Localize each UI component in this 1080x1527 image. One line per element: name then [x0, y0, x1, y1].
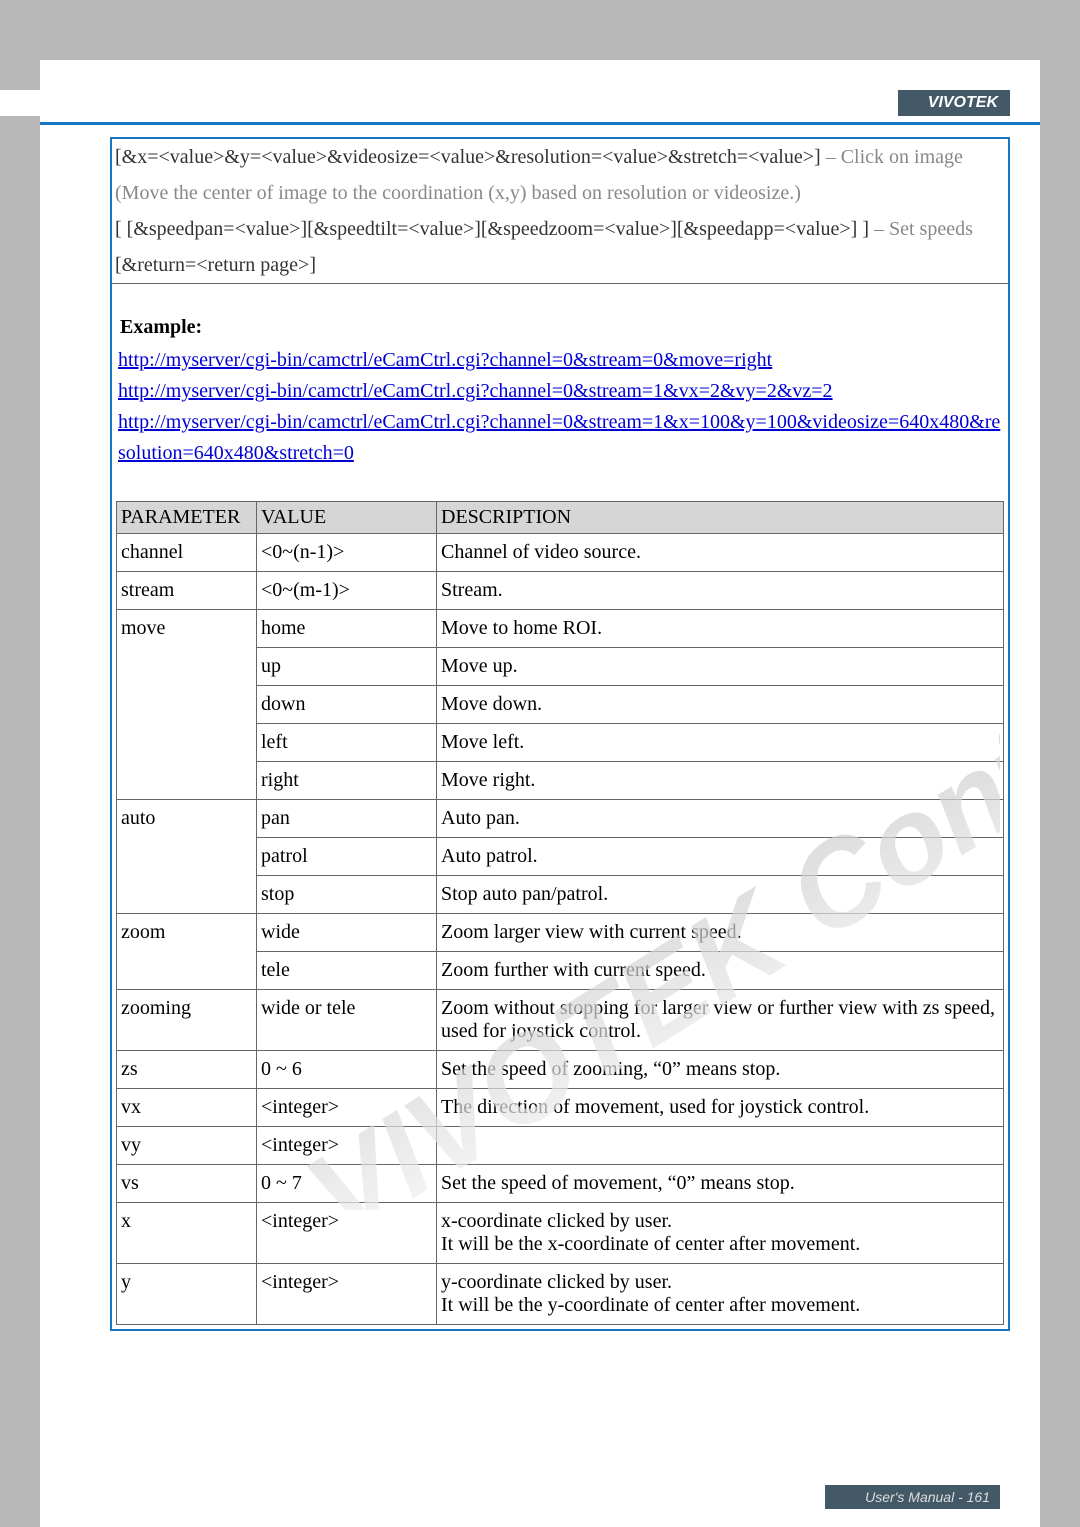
- cell-param: zoom: [117, 914, 257, 990]
- table-row: vs0 ~ 7Set the speed of movement, “0” me…: [117, 1165, 1004, 1203]
- cell-description: Zoom further with current speed.: [437, 952, 1004, 990]
- cell-description: Stream.: [437, 572, 1004, 610]
- table-row: zoomingwide or teleZoom without stopping…: [117, 990, 1004, 1051]
- syntax-line3-code: [ [&speedpan=<value>][&speedtilt=<value>…: [115, 218, 869, 240]
- cell-param: vx: [117, 1089, 257, 1127]
- cell-description: Move up.: [437, 648, 1004, 686]
- cell-description: Move down.: [437, 686, 1004, 724]
- cell-value: <0~(m-1)>: [257, 572, 437, 610]
- cell-value: 0 ~ 7: [257, 1165, 437, 1203]
- syntax-line4: [&return=<return page>]: [112, 247, 1008, 283]
- cell-description: [437, 1127, 1004, 1165]
- cell-param: zooming: [117, 990, 257, 1051]
- table-row: vx<integer>The direction of movement, us…: [117, 1089, 1004, 1127]
- cell-description: Auto patrol.: [437, 838, 1004, 876]
- cell-value: home: [257, 610, 437, 648]
- cell-value: down: [257, 686, 437, 724]
- cell-value: <integer>: [257, 1264, 437, 1325]
- cell-description: Auto pan.: [437, 800, 1004, 838]
- example-title: Example:: [120, 316, 1002, 339]
- cell-param: vy: [117, 1127, 257, 1165]
- th-parameter: PARAMETER: [117, 502, 257, 534]
- table-row: y<integer>y-coordinate clicked by user.I…: [117, 1264, 1004, 1325]
- cell-value: <integer>: [257, 1089, 437, 1127]
- cell-description: Set the speed of zooming, “0” means stop…: [437, 1051, 1004, 1089]
- page-top-margin: [40, 0, 1040, 60]
- cell-value: patrol: [257, 838, 437, 876]
- cell-value: <integer>: [257, 1203, 437, 1264]
- table-row: vy<integer>: [117, 1127, 1004, 1165]
- cell-value: stop: [257, 876, 437, 914]
- parameter-table: PARAMETER VALUE DESCRIPTION channel<0~(n…: [116, 501, 1004, 1325]
- table-row: movehomeMove to home ROI.: [117, 610, 1004, 648]
- th-value: VALUE: [257, 502, 437, 534]
- syntax-line1-note: – Click on image: [821, 146, 963, 168]
- cell-value: <0~(n-1)>: [257, 534, 437, 572]
- cell-description: Move right.: [437, 762, 1004, 800]
- cell-value: left: [257, 724, 437, 762]
- cell-param: move: [117, 610, 257, 800]
- cell-description: x-coordinate clicked by user.It will be …: [437, 1203, 1004, 1264]
- header-bar: VIVOTEK: [40, 60, 1040, 125]
- syntax-line3-note: – Set speeds: [869, 218, 973, 240]
- syntax-line2: (Move the center of image to the coordin…: [112, 175, 1008, 211]
- cell-description: The direction of movement, used for joys…: [437, 1089, 1004, 1127]
- cell-description: Stop auto pan/patrol.: [437, 876, 1004, 914]
- cell-value: pan: [257, 800, 437, 838]
- example-link-1[interactable]: http://myserver/cgi-bin/camctrl/eCamCtrl…: [118, 380, 833, 402]
- table-row: x<integer>x-coordinate clicked by user.I…: [117, 1203, 1004, 1264]
- cell-description: Zoom without stopping for larger view or…: [437, 990, 1004, 1051]
- cell-description: Channel of video source.: [437, 534, 1004, 572]
- cell-param: stream: [117, 572, 257, 610]
- cell-description: Move to home ROI.: [437, 610, 1004, 648]
- cell-param: zs: [117, 1051, 257, 1089]
- table-row: autopanAuto pan.: [117, 800, 1004, 838]
- cell-value: wide: [257, 914, 437, 952]
- table-header-row: PARAMETER VALUE DESCRIPTION: [117, 502, 1004, 534]
- table-row: channel<0~(n-1)>Channel of video source.: [117, 534, 1004, 572]
- cell-description: y-coordinate clicked by user.It will be …: [437, 1264, 1004, 1325]
- cell-value: 0 ~ 6: [257, 1051, 437, 1089]
- cell-param: x: [117, 1203, 257, 1264]
- cell-description: Set the speed of movement, “0” means sto…: [437, 1165, 1004, 1203]
- cell-value: right: [257, 762, 437, 800]
- syntax-box: [&x=<value>&y=<value>&videosize=<value>&…: [112, 139, 1008, 283]
- page: VIVOTEK [&x=<value>&y=<value>&videosize=…: [40, 0, 1040, 1527]
- brand-label: VIVOTEK: [898, 90, 1010, 116]
- cell-param: vs: [117, 1165, 257, 1203]
- example-section: Example: http://myserver/cgi-bin/camctrl…: [112, 284, 1008, 469]
- table-row: stream<0~(m-1)>Stream.: [117, 572, 1004, 610]
- cell-value: <integer>: [257, 1127, 437, 1165]
- content-frame: [&x=<value>&y=<value>&videosize=<value>&…: [110, 137, 1010, 1331]
- table-row: zs0 ~ 6Set the speed of zooming, “0” mea…: [117, 1051, 1004, 1089]
- cell-description: Move left.: [437, 724, 1004, 762]
- cell-param: y: [117, 1264, 257, 1325]
- footer: User's Manual - 161: [825, 1485, 1000, 1509]
- example-link-0[interactable]: http://myserver/cgi-bin/camctrl/eCamCtrl…: [118, 349, 772, 371]
- cell-param: channel: [117, 534, 257, 572]
- cell-description: Zoom larger view with current speed.: [437, 914, 1004, 952]
- syntax-line1-code: [&x=<value>&y=<value>&videosize=<value>&…: [115, 146, 821, 168]
- cell-value: up: [257, 648, 437, 686]
- example-link-2[interactable]: http://myserver/cgi-bin/camctrl/eCamCtrl…: [118, 411, 1000, 464]
- cell-value: tele: [257, 952, 437, 990]
- cell-value: wide or tele: [257, 990, 437, 1051]
- th-description: DESCRIPTION: [437, 502, 1004, 534]
- table-row: zoomwideZoom larger view with current sp…: [117, 914, 1004, 952]
- cell-param: auto: [117, 800, 257, 914]
